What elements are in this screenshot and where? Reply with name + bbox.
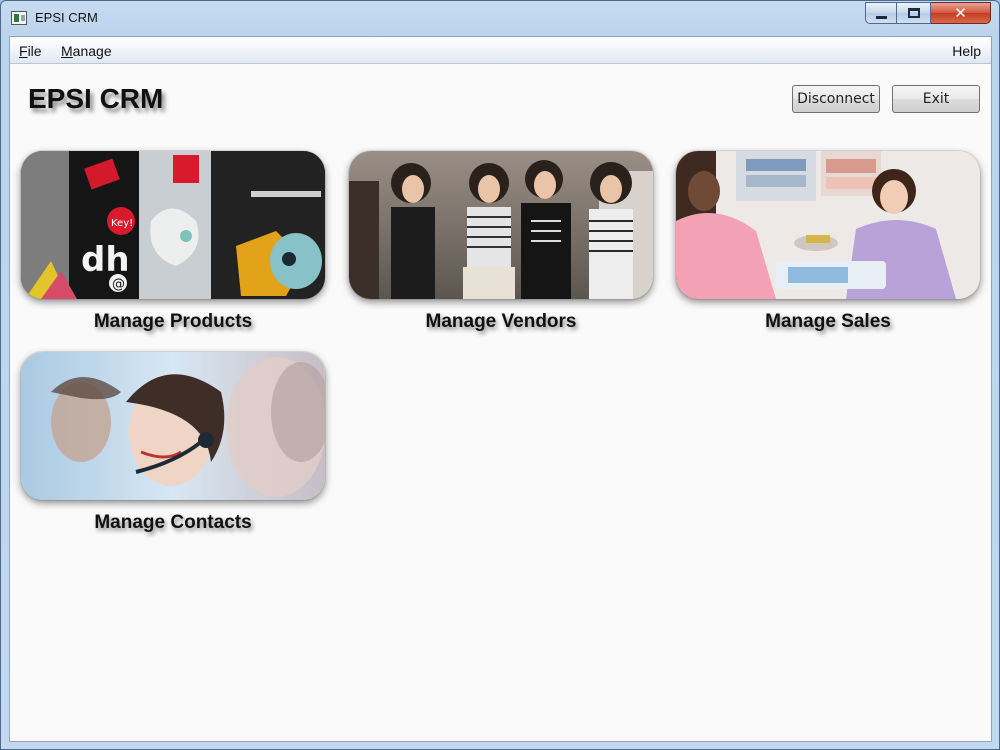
- shirt-letter-text: @: [112, 277, 125, 292]
- tile-label-contacts[interactable]: Manage Contacts: [21, 512, 325, 534]
- tile-label-vendors[interactable]: Manage Vendors: [349, 311, 653, 333]
- maximize-button[interactable]: [897, 2, 931, 24]
- sales-image[interactable]: [676, 151, 980, 299]
- shirt-graphic-text: dh: [81, 240, 130, 280]
- minimize-button[interactable]: [865, 2, 897, 24]
- tile-manage-vendors[interactable]: Manage Vendors: [349, 151, 653, 341]
- window-title: EPSI CRM: [35, 10, 98, 25]
- menu-bar: File Manage Help: [10, 37, 991, 64]
- tile-manage-contacts[interactable]: Manage Contacts: [21, 352, 325, 542]
- vendors-image[interactable]: [349, 151, 653, 299]
- minimize-icon: [875, 15, 887, 19]
- shirt-tag-text: Key!: [111, 218, 133, 229]
- app-window: EPSI CRM ✕ File Manage Help EPSI CRM Dis…: [0, 0, 1000, 750]
- exit-button[interactable]: Exit: [892, 85, 980, 113]
- tile-manage-products[interactable]: Key! dh @ Manage Products: [21, 151, 325, 341]
- products-image[interactable]: Key! dh @: [21, 151, 325, 299]
- menu-help[interactable]: Help: [952, 43, 981, 59]
- app-icon: [11, 11, 27, 25]
- tile-manage-sales[interactable]: Manage Sales: [676, 151, 980, 341]
- maximize-icon: [907, 8, 920, 18]
- close-icon: ✕: [954, 4, 967, 22]
- disconnect-button[interactable]: Disconnect: [792, 85, 880, 113]
- close-button[interactable]: ✕: [931, 2, 991, 24]
- title-bar[interactable]: EPSI CRM ✕: [1, 1, 999, 35]
- menu-file[interactable]: File: [19, 43, 42, 59]
- menu-manage[interactable]: Manage: [61, 43, 112, 59]
- page-title: EPSI CRM: [28, 83, 164, 114]
- tile-label-products[interactable]: Manage Products: [21, 311, 325, 333]
- contacts-image[interactable]: [21, 352, 325, 500]
- client-area: File Manage Help EPSI CRM Disconnect Exi…: [9, 36, 992, 742]
- tile-label-sales[interactable]: Manage Sales: [676, 311, 980, 333]
